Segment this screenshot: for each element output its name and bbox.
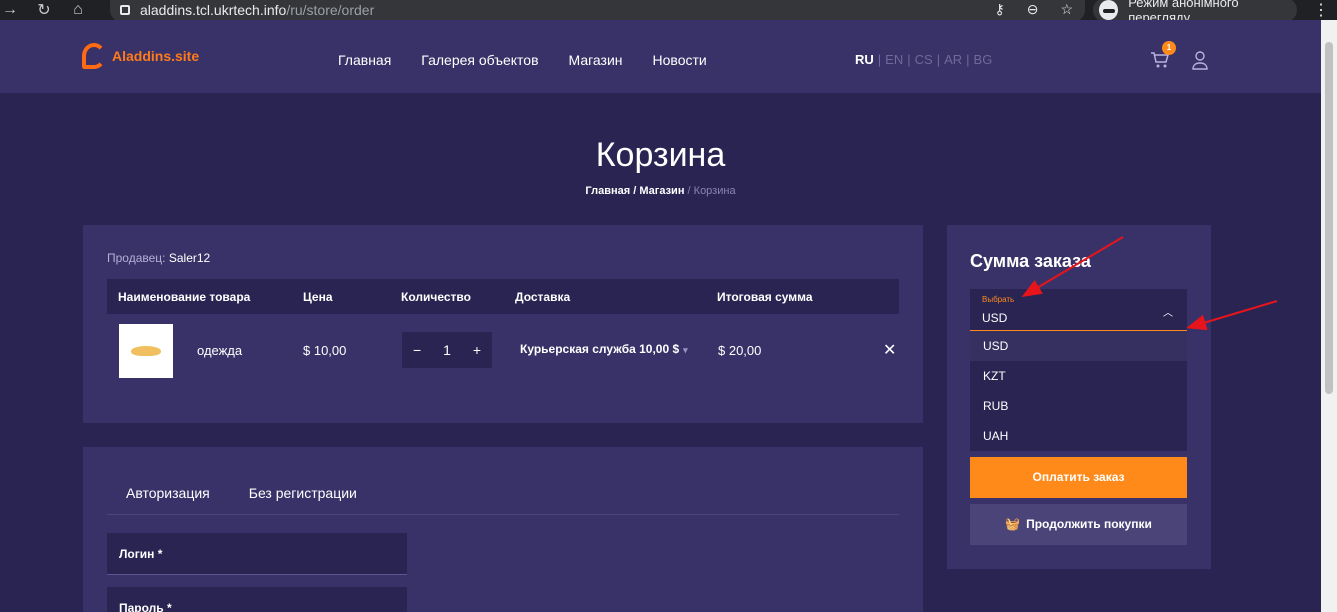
currency-dropdown: USD KZT RUB UAH [970,331,1187,451]
cart-count-badge: 1 [1162,41,1176,55]
menu-item-gallery[interactable]: Галерея объектов [421,52,538,68]
basket-icon: 🧺 [1005,517,1021,531]
product-image[interactable] [119,324,173,378]
menu-item-news[interactable]: Новости [653,52,707,68]
scrollbar[interactable] [1321,20,1337,612]
lang-cs[interactable]: CS [915,52,933,67]
user-button[interactable] [1191,50,1209,70]
scrollbar-thumb[interactable] [1325,42,1333,394]
product-price: $ 10,00 [303,343,347,358]
star-icon[interactable]: ☆ [1060,1,1073,18]
continue-shopping-button[interactable]: 🧺 Продолжить покупки [970,504,1187,545]
browser-menu-icon[interactable]: ⋮ [1313,0,1329,20]
tab-guest[interactable]: Без регистрации [249,485,357,501]
currency-option-usd[interactable]: USD [970,331,1187,361]
continue-shopping-label: Продолжить покупки [1026,517,1152,531]
shipping-value: Курьерская служба 10,00 $ [520,342,680,356]
login-field[interactable]: Логин * [107,533,407,575]
seller-info: Продавец: Saler12 [107,251,210,265]
summary-title: Сумма заказа [970,251,1091,271]
site-header: Aladdins.site Главная Галерея объектов М… [0,20,1321,93]
reload-icon[interactable]: ↻ [34,0,54,20]
breadcrumb: Главная / Магазин / Корзина [585,185,736,197]
cart-table-header: Наименование товара Цена Количество Дост… [107,279,899,314]
lang-ar[interactable]: AR [944,52,962,67]
col-qty: Количество [401,290,471,304]
breadcrumb-home[interactable]: Главная [585,185,630,197]
main-menu: Главная Галерея объектов Магазин Новости [338,52,707,68]
plus-icon[interactable]: + [473,342,481,358]
order-summary-panel: Сумма заказа Выбрать USD ︿ USD KZT RUB U… [947,225,1211,569]
logo-mark-icon [82,43,106,69]
pay-order-button[interactable]: Оплатить заказ [970,457,1187,498]
incognito-indicator[interactable]: Режим анонімного перегляду [1093,0,1297,25]
breadcrumb-shop[interactable]: Магазин [639,185,684,197]
page-title: Корзина [595,136,726,174]
currency-option-kzt[interactable]: KZT [970,361,1187,391]
col-shipping: Доставка [515,290,571,304]
browser-toolbar: → ↻ ⌂ aladdins.tcl.ukrtech.info/ru/store… [0,0,1337,25]
menu-item-home[interactable]: Главная [338,52,391,68]
remove-item-icon[interactable]: ✕ [883,340,896,360]
login-label: Логин * [119,547,163,561]
row-total: $ 20,00 [718,343,762,358]
caret-down-icon: ▾ [683,345,688,355]
home-icon[interactable]: ⌂ [68,1,88,19]
user-icon [1192,51,1208,70]
menu-item-shop[interactable]: Магазин [569,52,623,68]
url-path: /ru/store/order [286,2,375,18]
key-icon[interactable]: ⚷ [994,1,1004,18]
password-label: Пароль * [119,601,172,612]
quantity-value[interactable]: 1 [443,342,451,358]
lang-en[interactable]: EN [885,52,903,67]
address-bar[interactable]: aladdins.tcl.ukrtech.info/ru/store/order… [110,0,1085,22]
currency-select-value: USD [982,311,1008,325]
currency-option-rub[interactable]: RUB [970,391,1187,421]
browser-nav: → ↻ ⌂ [0,0,88,20]
logo-text: Aladdins.site [112,48,200,64]
lang-ru[interactable]: RU [855,52,874,67]
cart-button[interactable]: 1 [1150,41,1176,69]
currency-select-label: Выбрать [982,295,1015,304]
shipping-select[interactable]: Курьерская служба 10,00 $ ▾ [520,342,688,356]
password-field[interactable]: Пароль * [107,587,407,612]
minus-icon[interactable]: − [413,342,421,358]
currency-option-uah[interactable]: UAH [970,421,1187,451]
cart-row: одежда $ 10,00 − 1 + Курьерская служба 1… [107,324,899,379]
seller-label: Продавец: [107,251,166,265]
zoom-icon[interactable]: ⊖ [1027,1,1039,18]
quantity-stepper: − 1 + [402,332,492,368]
col-price: Цена [303,290,333,304]
seller-name[interactable]: Saler12 [169,251,210,265]
cart-panel: Продавец: Saler12 Наименование товара Це… [83,225,923,423]
breadcrumb-current: Корзина [693,185,736,197]
product-name[interactable]: одежда [197,343,242,358]
currency-select[interactable]: Выбрать USD ︿ [970,289,1187,331]
forward-icon[interactable]: → [0,1,20,19]
tabs-divider [107,514,899,515]
lamp-icon [131,346,161,356]
tab-login[interactable]: Авторизация [126,485,210,501]
auth-tabs: Авторизация Без регистрации [126,485,357,501]
auth-panel: Авторизация Без регистрации Логин * Паро… [83,447,923,612]
chevron-up-icon: ︿ [1163,308,1173,319]
language-switcher: RU | EN | CS | AR | BG [855,52,993,67]
url-host: aladdins.tcl.ukrtech.info [140,2,287,18]
col-total: Итоговая сумма [717,290,813,304]
lock-icon [120,5,130,15]
lang-bg[interactable]: BG [974,52,993,67]
incognito-icon [1099,0,1119,20]
logo[interactable]: Aladdins.site [82,43,199,69]
col-product: Наименование товара [118,290,251,304]
